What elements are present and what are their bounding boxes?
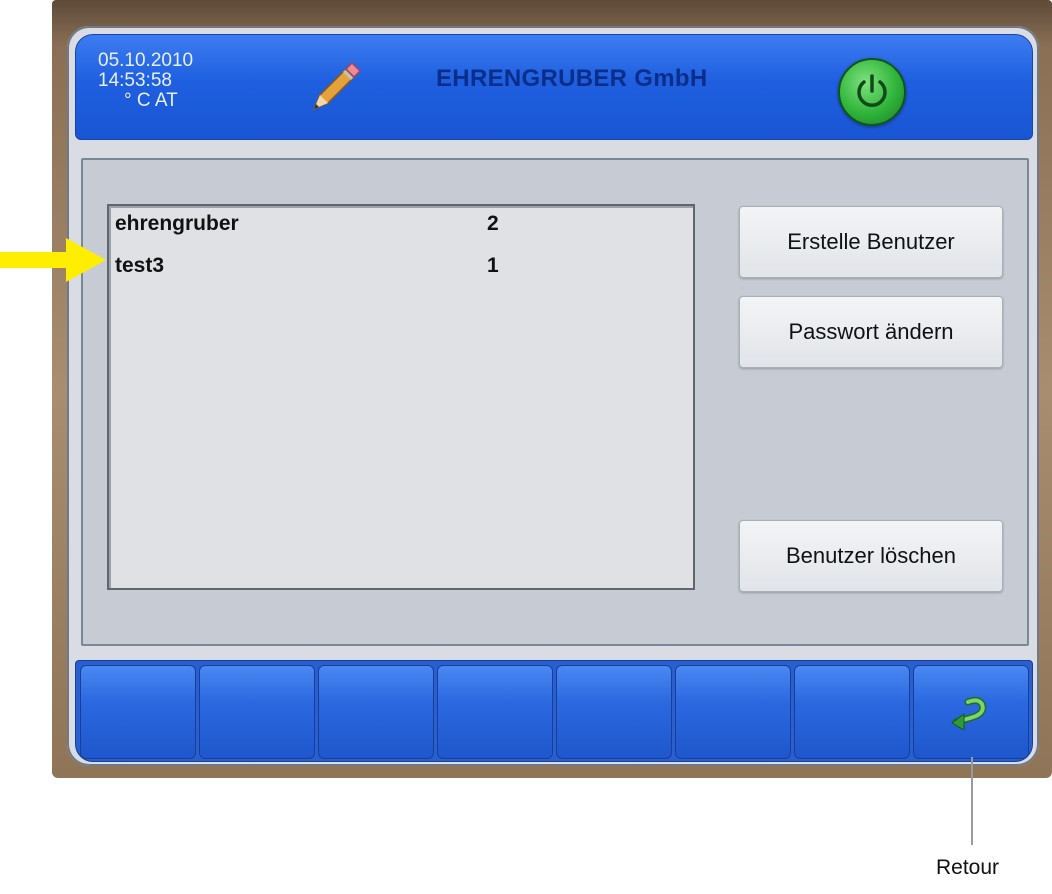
power-button[interactable] <box>838 58 906 126</box>
touch-screen: 05.10.2010 14:53:58 ° C AT EHRENGRUBER G… <box>67 26 1039 766</box>
datetime-display: 05.10.2010 14:53:58 ° C AT <box>98 51 193 111</box>
yellow-pointer-arrow <box>0 238 106 282</box>
delete-user-button[interactable]: Benutzer löschen <box>739 520 1003 592</box>
function-key-2[interactable] <box>199 665 315 759</box>
unit-text: ° C AT <box>124 90 178 111</box>
function-key-5[interactable] <box>556 665 672 759</box>
return-arrow-icon <box>951 696 987 730</box>
function-key-7[interactable] <box>794 665 910 759</box>
time-text: 14:53:58 <box>98 70 172 91</box>
function-key-4[interactable] <box>437 665 553 759</box>
user-management-panel: ehrengruber 2 test3 1 Erstelle Benutzer … <box>81 158 1029 646</box>
callout-line <box>971 757 973 845</box>
function-key-3[interactable] <box>318 665 434 759</box>
user-name: ehrengruber <box>115 212 239 235</box>
header-bar: 05.10.2010 14:53:58 ° C AT EHRENGRUBER G… <box>75 34 1033 140</box>
function-key-bar <box>75 660 1033 762</box>
company-title: EHRENGRUBER GmbH <box>436 65 708 92</box>
change-password-button[interactable]: Passwort ändern <box>739 296 1003 368</box>
user-level: 1 <box>487 254 499 277</box>
user-level: 2 <box>487 212 499 235</box>
return-button[interactable] <box>913 665 1029 759</box>
callout-label-retour: Retour <box>936 856 1000 879</box>
function-key-1[interactable] <box>80 665 196 759</box>
pencil-icon[interactable] <box>306 59 366 119</box>
function-key-6[interactable] <box>675 665 791 759</box>
user-name: test3 <box>115 254 165 277</box>
date-text: 05.10.2010 <box>98 50 194 71</box>
user-list[interactable]: ehrengruber 2 test3 1 <box>107 204 695 590</box>
create-user-button[interactable]: Erstelle Benutzer <box>739 206 1003 278</box>
power-icon <box>857 74 887 107</box>
